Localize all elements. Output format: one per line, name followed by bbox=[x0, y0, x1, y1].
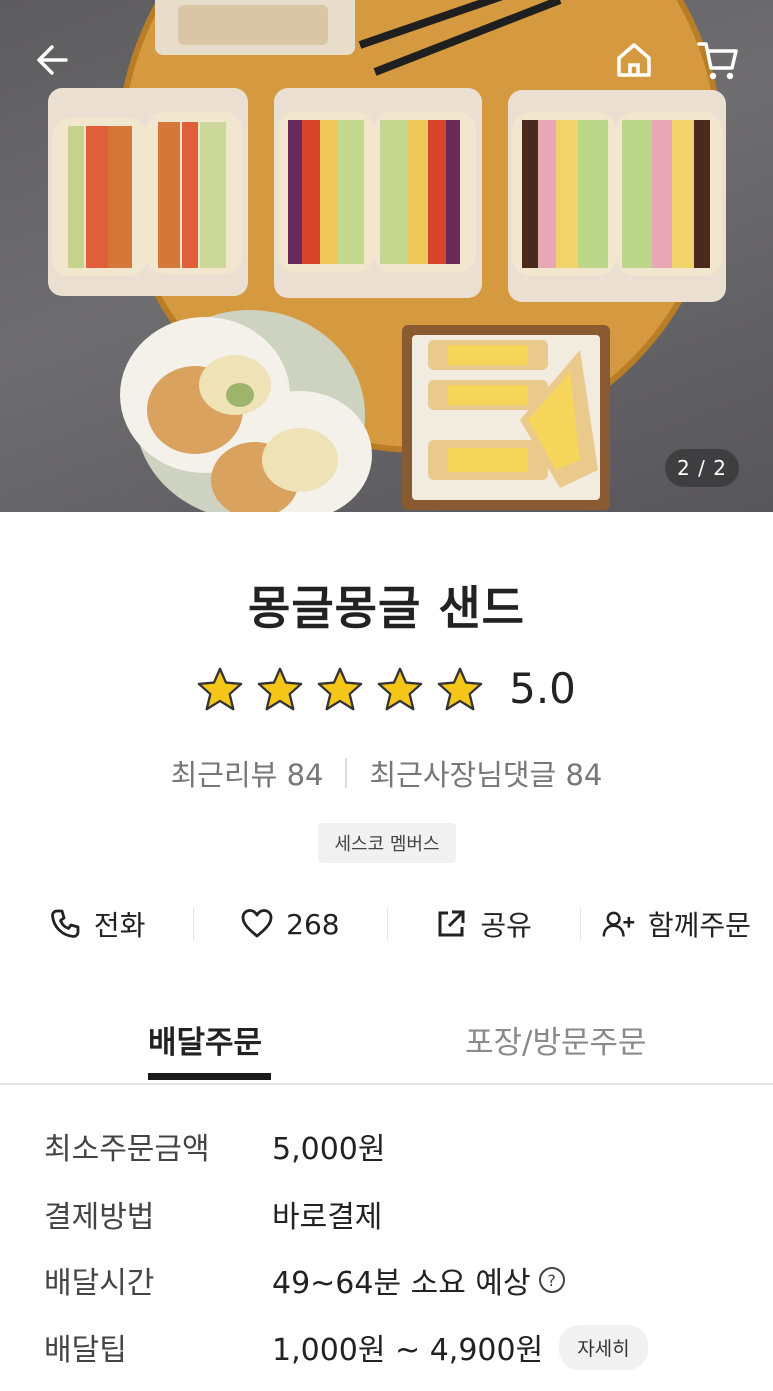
divider bbox=[345, 758, 348, 788]
call-button[interactable]: 전화 bbox=[0, 894, 193, 954]
star-icon bbox=[437, 667, 483, 710]
recent-reviews[interactable]: 최근리뷰 84 bbox=[171, 752, 324, 794]
rating-value: 5.0 bbox=[509, 664, 576, 713]
payment-row: 결제방법 바로결제 bbox=[44, 1189, 382, 1239]
review-summary[interactable]: 최근리뷰 84 최근사장님댓글 84 bbox=[0, 752, 773, 794]
delivery-tip-row: 배달팁 1,000원 ~ 4,900원 자세히 bbox=[44, 1322, 648, 1372]
back-arrow-icon bbox=[37, 45, 68, 75]
delivery-tip-text: 1,000원 ~ 4,900원 bbox=[272, 1333, 544, 1368]
add-person-icon bbox=[602, 911, 635, 937]
star-icon bbox=[197, 667, 243, 710]
cart-icon bbox=[697, 42, 738, 80]
active-tab-indicator bbox=[148, 1073, 271, 1080]
delivery-time-text: 49~64분 소요 예상 bbox=[272, 1266, 531, 1301]
share-icon bbox=[438, 910, 465, 937]
payment-value: 바로결제 bbox=[272, 1200, 383, 1235]
like-button[interactable]: 268 bbox=[193, 894, 386, 954]
like-count: 268 bbox=[286, 907, 340, 941]
cart-button[interactable] bbox=[688, 30, 748, 90]
group-order-label: 함께주문 bbox=[647, 909, 751, 942]
payment-label: 결제방법 bbox=[44, 1200, 155, 1235]
star-icon bbox=[377, 667, 423, 710]
star-icon bbox=[317, 667, 363, 710]
share-label: 공유 bbox=[480, 909, 532, 942]
tab-pickup[interactable]: 포장/방문주문 bbox=[465, 1017, 647, 1062]
delivery-time-value: 49~64분 소요 예상 ? bbox=[272, 1258, 565, 1302]
delivery-tip-value: 1,000원 ~ 4,900원 자세히 bbox=[272, 1324, 648, 1370]
home-icon bbox=[617, 43, 651, 77]
min-order-value: 5,000원 bbox=[272, 1132, 386, 1167]
min-order-label: 최소주문금액 bbox=[44, 1132, 210, 1167]
star-icon bbox=[257, 667, 303, 710]
phone-icon bbox=[50, 909, 80, 938]
rating-stars bbox=[197, 666, 483, 712]
back-button[interactable] bbox=[22, 30, 82, 90]
home-button[interactable] bbox=[604, 30, 664, 90]
rating-row[interactable]: 5.0 bbox=[0, 664, 773, 713]
store-photo[interactable]: 2 / 2 bbox=[0, 0, 773, 512]
image-pager: 2 / 2 bbox=[665, 449, 739, 487]
tip-detail-button[interactable]: 자세히 bbox=[559, 1324, 648, 1370]
store-name: 몽글몽글 샌드 bbox=[248, 581, 525, 635]
delivery-time-row: 배달시간 49~64분 소요 예상 ? bbox=[44, 1255, 565, 1305]
owner-replies[interactable]: 최근사장님댓글 84 bbox=[369, 752, 602, 794]
min-order-row: 최소주문금액 5,000원 bbox=[44, 1121, 385, 1171]
tab-delivery[interactable]: 배달주문 bbox=[148, 1017, 262, 1062]
action-bar: 전화 268 공유 함께주문 bbox=[0, 894, 773, 954]
call-label: 전화 bbox=[93, 909, 146, 942]
group-order-button[interactable]: 함께주문 bbox=[579, 894, 773, 954]
share-button[interactable]: 공유 bbox=[386, 894, 580, 954]
delivery-time-label: 배달시간 bbox=[44, 1266, 155, 1301]
help-icon[interactable]: ? bbox=[538, 1267, 565, 1293]
heart-icon bbox=[241, 909, 273, 938]
order-type-tabs: 배달주문 포장/방문주문 bbox=[0, 1005, 773, 1085]
member-badge: 세스코 멤버스 bbox=[318, 823, 456, 863]
delivery-tip-label: 배달팁 bbox=[44, 1333, 127, 1368]
